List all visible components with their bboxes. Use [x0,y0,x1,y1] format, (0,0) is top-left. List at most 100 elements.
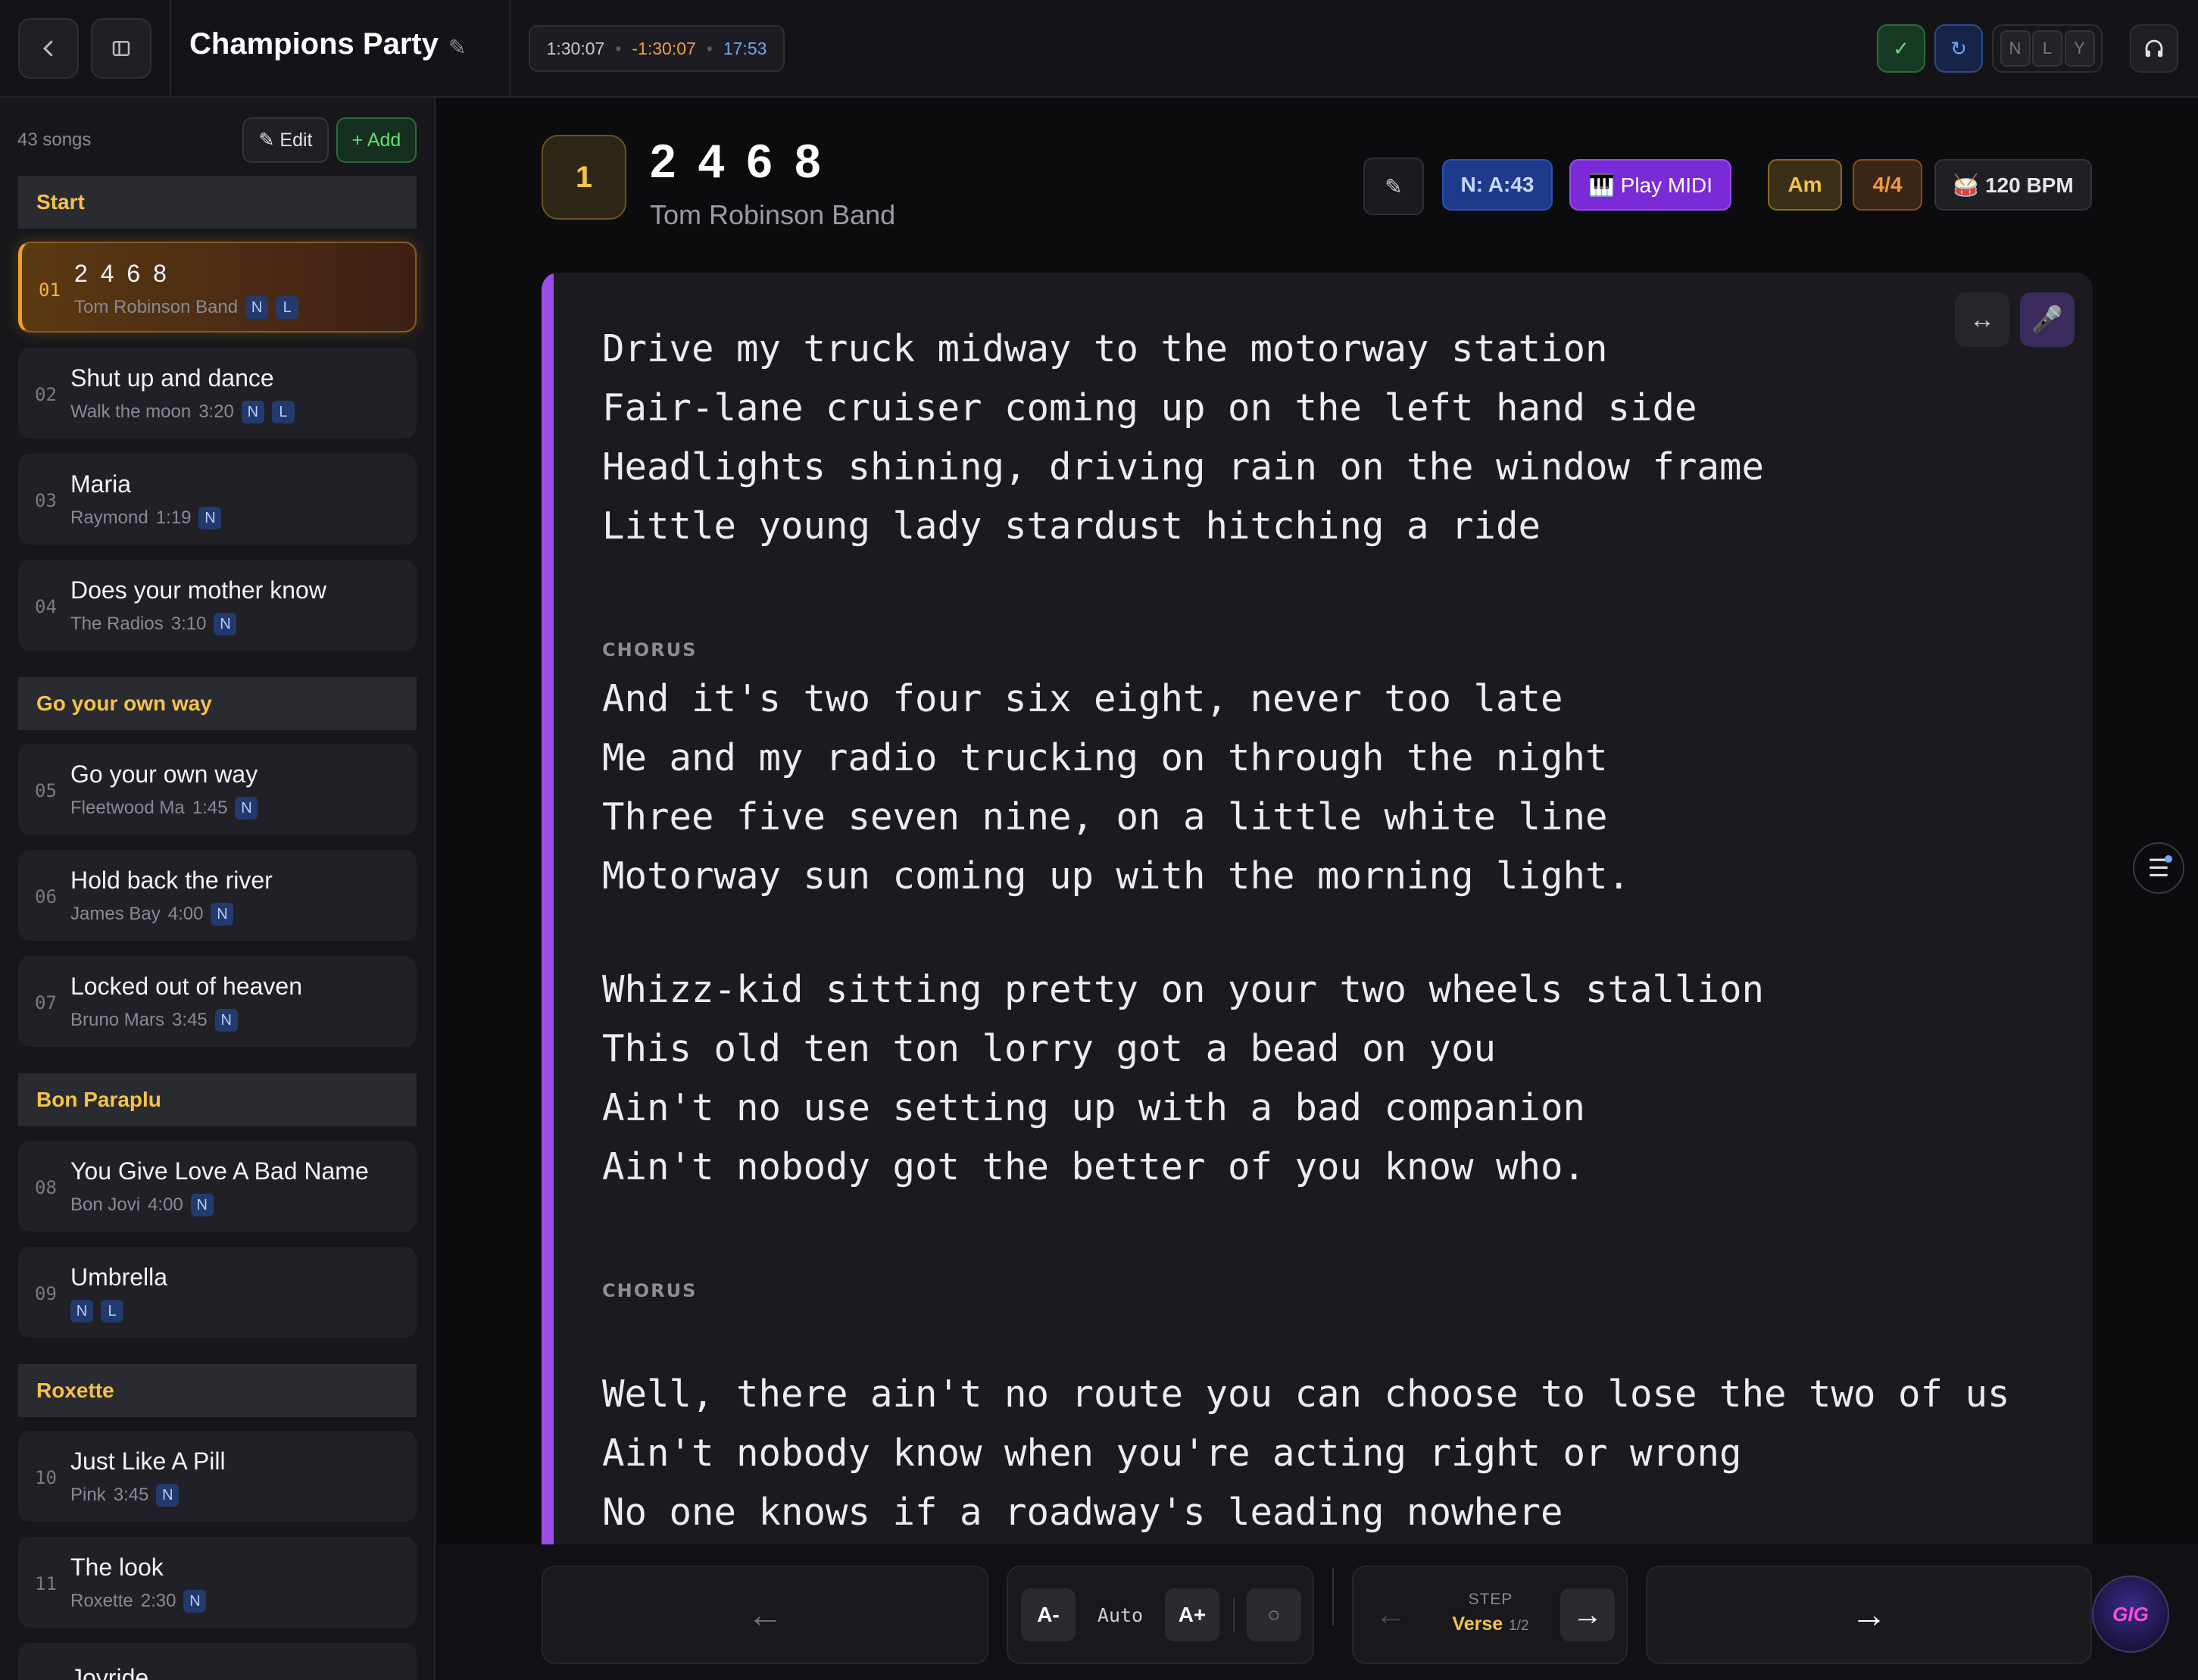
group-header[interactable]: Roxette [18,1364,417,1417]
lyric-line: Drive my truck midway to the motorway st… [602,327,1608,370]
song-meta: Pink 3:45 N [70,1484,180,1507]
font-auto-button[interactable]: Auto [1088,1588,1153,1641]
page-title: Champions Party [189,27,439,61]
pencil-icon[interactable]: ✎ [448,35,466,60]
font-smaller-button[interactable]: A- [1021,1588,1076,1641]
lyric-line: Three five seven nine, on a little white… [602,795,1608,838]
lyric-line: This old ten ton lorry got a bead on you [602,1027,1497,1070]
song-title: Shut up and dance [70,364,274,392]
refresh-icon: ↻ [1950,36,1967,60]
song-title: Maria [70,470,132,498]
step-prev-button[interactable]: ← [1363,1588,1418,1641]
song-item[interactable]: 06 Hold back the river James Bay 4:00 N [18,850,417,941]
lyric-line: Motorway sun coming up with the morning … [602,854,1631,898]
lyric-line: Me and my radio trucking on through the … [602,736,1608,779]
section-label: CHORUS [602,639,698,660]
song-item[interactable]: 09 Umbrella N L [18,1247,417,1338]
notes-tag: N [235,797,258,820]
song-item[interactable]: 04 Does your mother know The Radios 3:10… [18,560,417,651]
song-meta: Bon Jovi 4:00 N [70,1194,214,1216]
notes-tag: N [214,1009,238,1032]
mode-toggle-n[interactable]: N [2000,30,2031,67]
notes-tag: N [70,1300,93,1322]
arrows-horizontal-icon: ↔ [1969,304,1995,334]
song-artist: Raymond [70,507,148,528]
song-artist: Pink [70,1485,106,1505]
step-progress: 1/2 [1509,1618,1529,1634]
confirm-button[interactable]: ✓ [1877,24,1925,73]
song-meta: N L [70,1300,123,1322]
song-count: 43 songs [17,130,92,150]
time-total: 17:53 [723,38,767,58]
song-title: Umbrella [70,1263,168,1291]
song-meta: Tom Robinson Band N L [74,296,299,319]
next-song-button[interactable]: → [1646,1566,2092,1664]
step-next-button[interactable]: → [1560,1588,1615,1641]
song-duration: 3:20 [198,401,234,422]
font-larger-button[interactable]: A+ [1165,1588,1219,1641]
song-number: 04 [35,596,57,617]
song-artist: Roxette [70,1591,133,1611]
notes-tag: N [156,1484,180,1507]
song-item[interactable]: 02 Shut up and dance Walk the moon 3:20 … [18,348,417,439]
lyrics-tag: L [271,401,295,423]
song-item[interactable]: 03 Maria Raymond 1:19 N [18,454,417,545]
time-remaining: -1:30:07 [632,38,696,58]
notes-tag: N [198,507,222,529]
song-artist-heading: Tom Robinson Band [650,199,896,230]
time-readout: 1:30:07 • -1:30:07 • 17:53 [529,25,785,72]
audio-button[interactable] [2130,24,2178,73]
step-section: Verse [1452,1613,1503,1635]
song-item[interactable]: 10 Just Like A Pill Pink 3:45 N [18,1431,417,1522]
microphone-icon: 🎤 [2031,305,2064,334]
tempo-chip[interactable]: 🥁 120 BPM [1934,159,2092,211]
mode-toggle-l[interactable]: L [2032,30,2062,67]
song-duration: 3:10 [170,614,207,634]
sync-button[interactable]: ↻ [1934,24,1983,73]
group-header[interactable]: Go your own way [18,677,417,730]
back-button[interactable] [18,18,79,79]
app-logo[interactable]: GIG [2092,1575,2169,1653]
top-bar: Champions Party ✎ 1:30:07 • -1:30:07 • 1… [0,0,2198,98]
autoscroll-toggle[interactable]: ○ [1247,1588,1301,1641]
key-chip[interactable]: Am [1768,159,1842,211]
song-duration: 3:45 [113,1485,149,1505]
song-item[interactable]: 11 The look Roxette 2:30 N [18,1537,417,1628]
song-number: 01 [39,279,61,301]
group-header[interactable]: Bon Paraplu [18,1073,417,1126]
edit-setlist-button[interactable]: ✎ Edit [242,117,329,163]
vocal-mode-button[interactable]: 🎤 [2020,292,2075,347]
notes-chip[interactable]: N: A:43 [1442,159,1553,211]
section-accent-bar [542,273,554,1560]
edit-song-button[interactable]: ✎ [1363,158,1424,215]
song-title: Just Like A Pill [70,1447,226,1475]
lyric-line: Ain't nobody got the better of you know … [602,1145,1586,1188]
play-midi-button[interactable]: 🎹 Play MIDI [1569,159,1731,211]
song-number: 06 [35,886,57,907]
section-list-button[interactable]: ☰ [2133,842,2184,894]
song-title-heading: 2 4 6 8 [650,136,826,188]
lyric-line: Whizz-kid sitting pretty on your two whe… [602,968,1765,1011]
song-duration: 2:30 [140,1591,176,1611]
song-duration: 1:19 [155,507,192,528]
group-header[interactable]: Start [18,176,417,229]
song-number: 07 [35,992,57,1013]
song-number: 03 [35,490,57,511]
add-song-button[interactable]: + Add [336,117,417,163]
time-signature-chip[interactable]: 4/4 [1853,159,1922,211]
song-item[interactable]: 07 Locked out of heaven Bruno Mars 3:45 … [18,956,417,1047]
previous-song-button[interactable]: ← [542,1566,988,1664]
fit-width-button[interactable]: ↔ [1955,292,2009,347]
song-item-active[interactable]: 01 2 4 6 8 Tom Robinson Band N L [18,242,417,333]
lyric-line: Headlights shining, driving rain on the … [602,445,1765,489]
song-meta: Bruno Mars 3:45 N [70,1009,238,1032]
song-item[interactable]: Joyride [18,1643,417,1680]
song-item[interactable]: 08 You Give Love A Bad Name Bon Jovi 4:0… [18,1141,417,1232]
sidebar-toggle-button[interactable] [91,18,151,79]
separator-dot: • [615,38,622,58]
headphones-icon [2145,39,2163,58]
song-artist: Fleetwood Ma [70,798,185,818]
mode-toggle-y[interactable]: Y [2064,30,2095,67]
song-item[interactable]: 05 Go your own way Fleetwood Ma 1:45 N [18,744,417,835]
notes-tag: N [211,903,234,926]
